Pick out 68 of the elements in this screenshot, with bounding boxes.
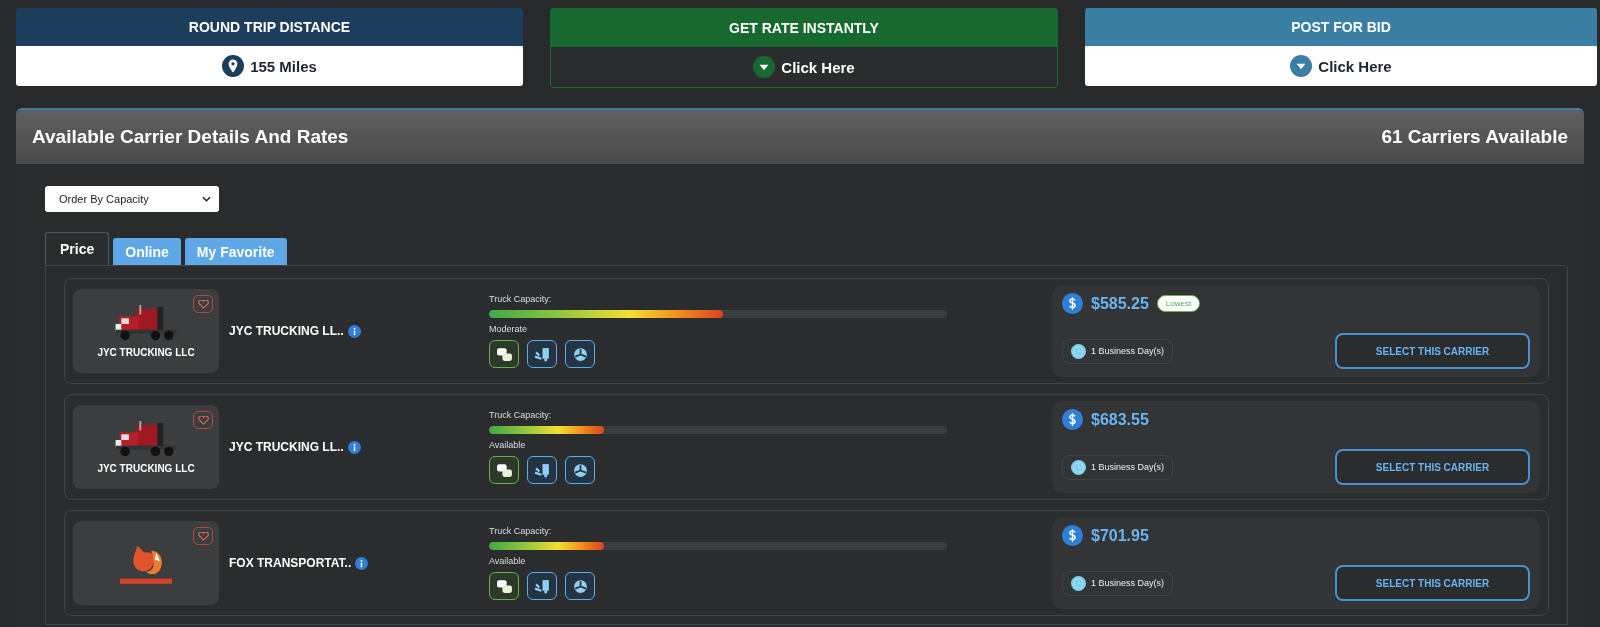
clock-icon: [1071, 343, 1086, 359]
logo-text: JYC TRUCKING LLC: [97, 463, 195, 474]
capacity-status: Available: [489, 556, 527, 566]
price-amount: $701.95: [1091, 526, 1149, 545]
carrier-name: JYC TRUCKING LL..: [229, 440, 344, 454]
caret-down-icon: [1290, 55, 1313, 77]
favorite-button[interactable]: [193, 411, 213, 429]
carrier-name: FOX TRANSPORTAT..: [229, 556, 352, 570]
heart-icon: [197, 415, 209, 425]
chat-icon: [495, 345, 513, 363]
dollar-icon: [1062, 409, 1083, 430]
capacity-status: Available: [489, 440, 527, 450]
dollar-icon: [1062, 525, 1083, 546]
chat-button[interactable]: [489, 456, 519, 484]
dollar-icon: [1062, 293, 1083, 314]
tracking-button[interactable]: [565, 456, 595, 484]
steering-wheel-icon: [571, 577, 589, 595]
caret-down-icon: [753, 56, 776, 78]
clock-icon: [1071, 575, 1086, 591]
favorite-button[interactable]: [193, 527, 213, 545]
carrier-count: 61 Carriers Available: [1381, 126, 1568, 148]
chat-icon: [495, 461, 513, 479]
chat-button[interactable]: [489, 340, 519, 368]
select-carrier-button[interactable]: SELECT THIS CARRIER: [1335, 449, 1530, 485]
card-title: POST FOR BID: [1291, 19, 1391, 35]
capacity-label: Truck Capacity:: [489, 526, 553, 536]
transit-time: 1 Business Day(s): [1091, 462, 1165, 472]
capacity-label: Truck Capacity:: [489, 294, 553, 304]
card-title: ROUND TRIP DISTANCE: [188, 19, 351, 35]
click-here-link[interactable]: Click Here: [1318, 57, 1392, 75]
price-amount: $585.25: [1091, 294, 1149, 313]
capacity-status: Moderate: [489, 324, 529, 334]
sort-dropdown[interactable]: Order By Capacity: [45, 186, 219, 212]
heart-icon: [197, 531, 209, 541]
heart-icon: [197, 299, 209, 309]
truck-button[interactable]: [527, 456, 557, 484]
distance-value: 155 Miles: [250, 57, 317, 75]
card-title: GET RATE INSTANTLY: [729, 20, 879, 36]
capacity-label: Truck Capacity:: [489, 410, 553, 420]
truck-button[interactable]: [527, 572, 557, 600]
loading-truck-icon: [533, 577, 551, 595]
panel-title: Available Carrier Details And Rates: [32, 126, 349, 148]
tracking-button[interactable]: [565, 572, 595, 600]
select-carrier-button[interactable]: SELECT THIS CARRIER: [1335, 565, 1530, 601]
info-icon[interactable]: [355, 556, 369, 570]
location-pin-icon: [222, 55, 245, 77]
loading-truck-icon: [533, 461, 551, 479]
chat-button[interactable]: [489, 572, 519, 600]
chat-icon: [495, 577, 513, 595]
steering-wheel-icon: [571, 345, 589, 363]
info-icon[interactable]: [347, 324, 361, 338]
loading-truck-icon: [533, 345, 551, 363]
lowest-badge: Lowest: [1156, 295, 1201, 312]
select-carrier-button[interactable]: SELECT THIS CARRIER: [1335, 333, 1530, 369]
steering-wheel-icon: [571, 461, 589, 479]
logo-text: JYC TRUCKING LLC: [97, 347, 195, 358]
click-here-link[interactable]: Click Here: [781, 58, 855, 76]
transit-time: 1 Business Day(s): [1091, 578, 1165, 588]
truck-button[interactable]: [527, 340, 557, 368]
info-icon[interactable]: [347, 440, 361, 454]
favorite-button[interactable]: [193, 295, 213, 313]
clock-icon: [1071, 459, 1086, 475]
carrier-name: JYC TRUCKING LL..: [229, 324, 344, 338]
tab[interactable]: Price: [45, 232, 110, 265]
tracking-button[interactable]: [565, 340, 595, 368]
chevron-down-icon: [202, 196, 211, 202]
transit-time: 1 Business Day(s): [1091, 346, 1165, 356]
price-amount: $683.55: [1091, 410, 1149, 429]
